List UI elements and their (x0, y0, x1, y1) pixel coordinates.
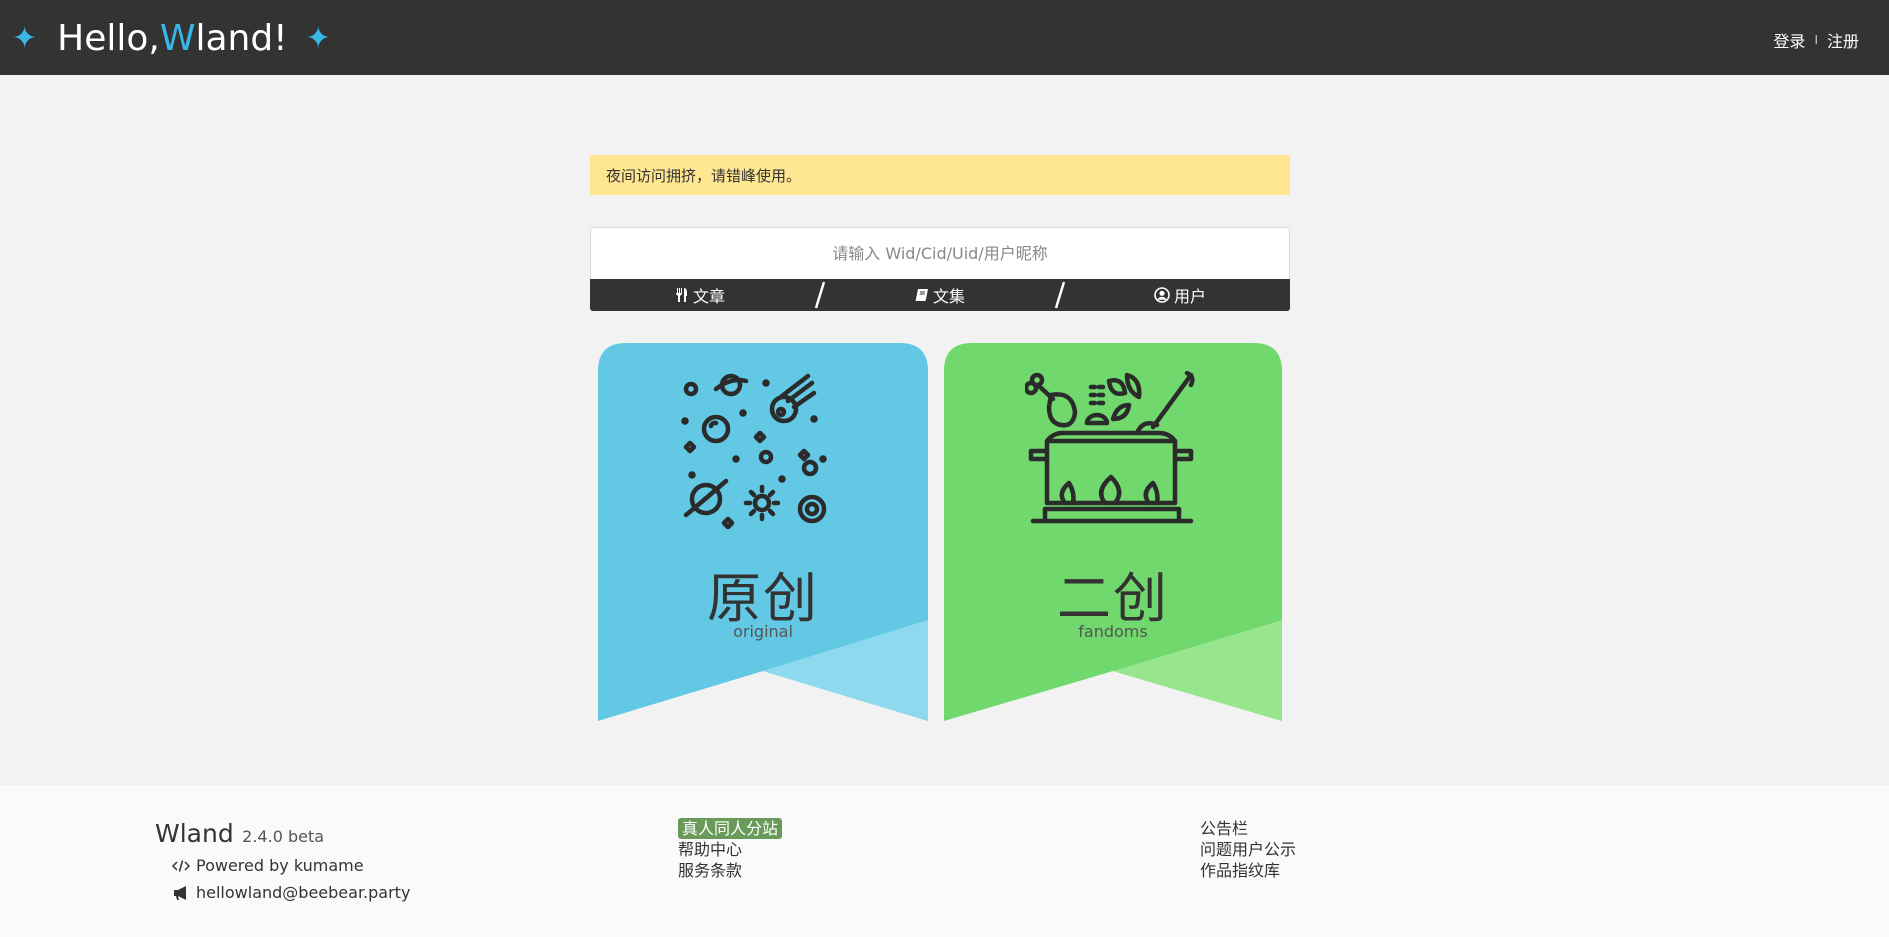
footer-info: Wland 2.4.0 beta Powered by kumame hello… (155, 819, 410, 902)
utensils-icon (675, 287, 689, 303)
register-link[interactable]: 注册 (1827, 28, 1859, 52)
auth-links: 登录 I 注册 (1773, 28, 1859, 52)
brand-rest: land! (195, 17, 288, 59)
card-subtitle: original (733, 622, 793, 641)
search-box: 文章 文集 用户 (590, 227, 1290, 311)
auth-separator: I (1814, 33, 1818, 47)
site-footer: Wland 2.4.0 beta Powered by kumame hello… (0, 785, 1889, 937)
search-tab-collections[interactable]: 文集 (830, 279, 1050, 311)
tab-divider (1050, 279, 1070, 311)
footer-links-2: 真人同人分站 帮助中心 服务条款 (678, 818, 783, 881)
footer-links-3: 公告栏 问题用户公示 作品指纹库 (1200, 818, 1296, 881)
top-navbar: ✦ Hello, W land! ✦ 登录 I 注册 (0, 0, 1889, 75)
footer-link-help[interactable]: 帮助中心 (678, 839, 782, 860)
footer-link-rpf-site[interactable]: 真人同人分站 (678, 818, 783, 839)
original-category-card[interactable]: 原创 original (598, 343, 928, 721)
footer-link-terms[interactable]: 服务条款 (678, 860, 782, 881)
card-subtitle: fandoms (1078, 622, 1148, 641)
site-brand[interactable]: ✦ Hello, W land! ✦ (12, 17, 331, 59)
email-text[interactable]: hellowland@beebear.party (196, 883, 410, 902)
search-tab-label: 文集 (932, 287, 965, 306)
powered-by: Powered by kumame (171, 856, 410, 875)
footer-link-problem-users[interactable]: 问题用户公示 (1200, 839, 1296, 860)
search-type-bar: 文章 文集 用户 (590, 279, 1290, 311)
footer-link-bulletin[interactable]: 公告栏 (1200, 818, 1296, 839)
search-tab-label: 用户 (1173, 287, 1206, 306)
search-input[interactable] (590, 227, 1290, 279)
megaphone-icon (171, 885, 191, 901)
rpf-badge: 真人同人分站 (678, 818, 783, 839)
brand-w: W (159, 17, 196, 59)
brand-hello: Hello, (57, 17, 160, 59)
footer-version: 2.4.0 beta (242, 827, 325, 846)
notice-banner: 夜间访问拥挤，请错峰使用。 (590, 155, 1290, 195)
search-tab-users[interactable]: 用户 (1070, 279, 1290, 311)
search-tab-articles[interactable]: 文章 (590, 279, 810, 311)
powered-text: Powered by kumame (196, 856, 364, 875)
login-link[interactable]: 登录 (1773, 28, 1805, 52)
tab-divider (810, 279, 830, 311)
book-icon (915, 288, 929, 302)
sparkle-icon: ✦ (305, 20, 331, 56)
footer-site-name: Wland (155, 819, 234, 848)
code-icon (171, 859, 191, 873)
cooking-pot-icon (944, 371, 1282, 546)
footer-link-fingerprint[interactable]: 作品指纹库 (1200, 860, 1296, 881)
fandoms-category-card[interactable]: 二创 fandoms (944, 343, 1282, 721)
space-planets-icon (598, 371, 928, 546)
search-tab-label: 文章 (692, 287, 725, 306)
sparkle-icon: ✦ (12, 20, 38, 56)
user-circle-icon (1154, 287, 1170, 303)
contact-email: hellowland@beebear.party (171, 883, 410, 902)
